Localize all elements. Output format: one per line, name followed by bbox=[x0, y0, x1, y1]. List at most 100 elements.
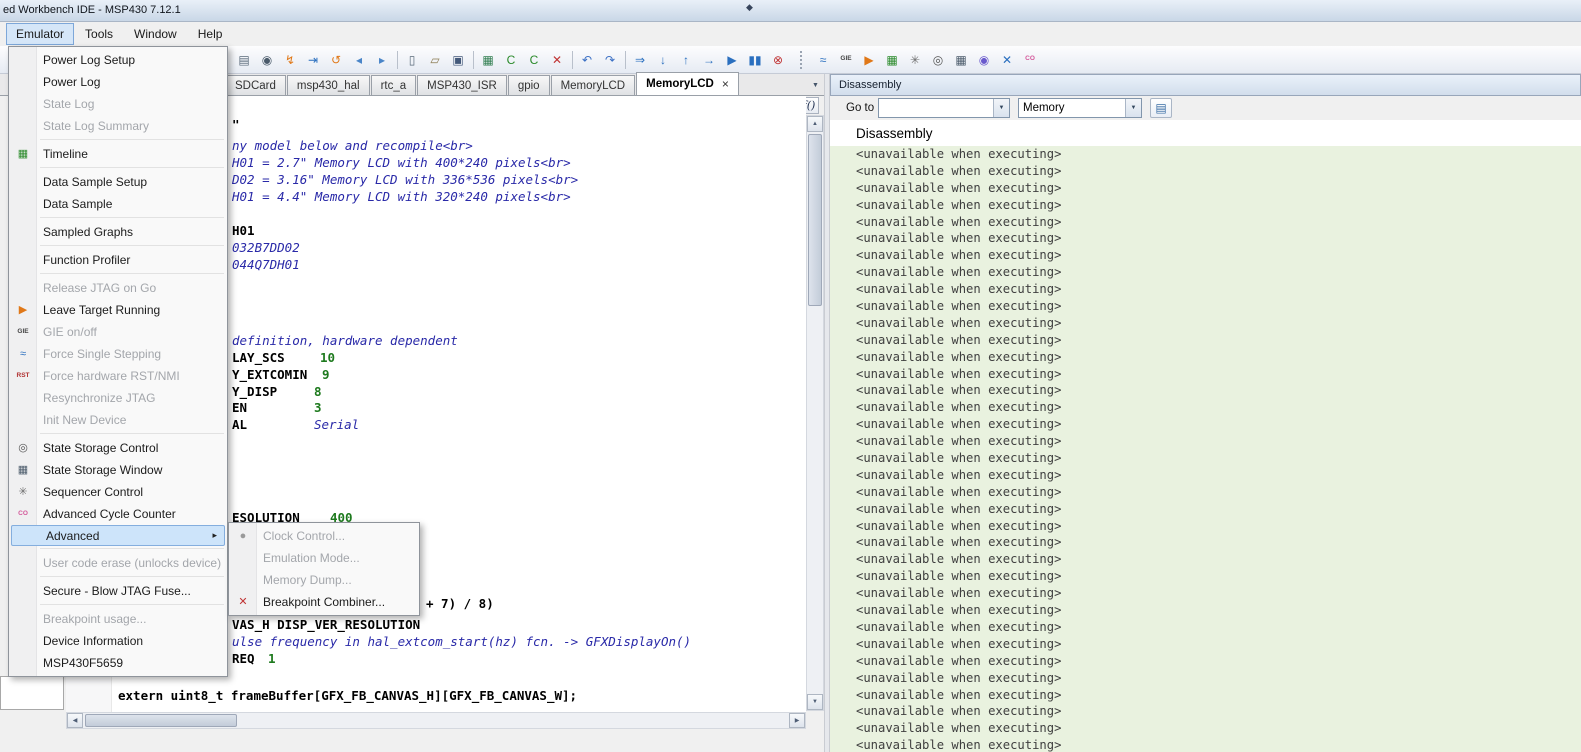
state-storage-control-toolbar-icon[interactable]: ◎ bbox=[927, 49, 949, 71]
step-into-icon[interactable]: ↓ bbox=[652, 49, 674, 71]
scroll-right-icon: ▶ bbox=[794, 718, 800, 724]
menu-item-advanced-cycle-counter[interactable]: CO Advanced Cycle Counter bbox=[9, 503, 227, 525]
menu-item-label: Force hardware RST/NMI bbox=[43, 369, 180, 383]
disassembly-row: <unavailable when executing> bbox=[856, 552, 1062, 567]
tab-label: MemoryLCD bbox=[646, 78, 714, 90]
scroll-up-button[interactable]: ▲ bbox=[807, 116, 823, 132]
stop-debug-icon[interactable]: ⊗ bbox=[767, 49, 789, 71]
advanced-submenu: ● Clock Control... Emulation Mode... Memory… bbox=[228, 522, 420, 616]
menu-item-power-log-setup[interactable]: Power Log Setup bbox=[9, 49, 227, 71]
leave-target-running-icon: ▶ bbox=[18, 303, 28, 316]
menu-item-breakpoint-combiner[interactable]: ✕ Breakpoint Combiner... bbox=[229, 591, 419, 613]
menubar: Emulator Tools Window Help bbox=[0, 22, 1581, 46]
menu-item-leave-target-running[interactable]: ▶ Leave Target Running bbox=[9, 299, 227, 321]
scroll-left-button[interactable]: ◀ bbox=[67, 713, 83, 728]
menu-item-label: Device Information bbox=[43, 634, 144, 648]
menu-item-gie-on-off: GIE GIE on/off bbox=[9, 321, 227, 343]
menu-item-sampled-graphs[interactable]: Sampled Graphs bbox=[9, 221, 227, 243]
leave-target-running-toolbar-icon[interactable]: ▶ bbox=[858, 49, 880, 71]
goto-combobox-arrow-icon[interactable]: ▼ bbox=[993, 99, 1009, 117]
view-mode-arrow-icon[interactable]: ▼ bbox=[1125, 99, 1141, 117]
cycle-counter-toolbar-icon[interactable]: ◉ bbox=[973, 49, 995, 71]
view-mode-combobox[interactable]: Memory ▼ bbox=[1018, 98, 1142, 118]
tab-label: rtc_a bbox=[380, 79, 407, 92]
menu-help[interactable]: Help bbox=[188, 23, 233, 45]
undo-icon[interactable]: ↶ bbox=[576, 49, 598, 71]
disassembly-row: <unavailable when executing> bbox=[856, 147, 1062, 161]
state-storage-window-toolbar-icon[interactable]: ▦ bbox=[950, 49, 972, 71]
tab-3-msp430-isr[interactable]: MSP430_ISR bbox=[417, 75, 507, 95]
menu-window[interactable]: Window bbox=[124, 23, 187, 45]
navigate-back-icon[interactable]: ◂ bbox=[348, 49, 370, 71]
find-icon[interactable]: ◉ bbox=[256, 49, 278, 71]
memory-window-button[interactable]: ▤ bbox=[1150, 98, 1172, 118]
disassembly-row: <unavailable when executing> bbox=[856, 619, 1062, 634]
scroll-left-icon: ◀ bbox=[72, 718, 78, 724]
redo-icon[interactable]: ↷ bbox=[599, 49, 621, 71]
editor-vertical-scrollbar[interactable]: ▲ ▼ bbox=[806, 115, 824, 711]
print-icon[interactable]: ▤ bbox=[233, 49, 255, 71]
next-statement-icon[interactable]: → bbox=[698, 49, 720, 71]
reset-icon[interactable]: ↺ bbox=[325, 49, 347, 71]
disassembly-row: <unavailable when executing> bbox=[856, 265, 1062, 280]
tab-close-icon[interactable]: × bbox=[722, 77, 729, 91]
open-document-icon[interactable]: ▱ bbox=[424, 49, 446, 71]
goto-label: Go to bbox=[846, 102, 875, 114]
sequencer-control-toolbar-icon[interactable]: ✳ bbox=[904, 49, 926, 71]
menu-item-state-storage-window[interactable]: ▦ State Storage Window bbox=[9, 459, 227, 481]
workspace-corner bbox=[0, 676, 64, 710]
menu-item-msp430f5659[interactable]: MSP430F5659 bbox=[9, 652, 227, 674]
menu-item-label: Power Log bbox=[43, 75, 101, 89]
menu-item-memory-dump: Memory Dump... bbox=[229, 569, 419, 591]
tab-0-sdcard[interactable]: SDCard bbox=[225, 75, 286, 95]
menu-item-sequencer-control[interactable]: ✳ Sequencer Control bbox=[9, 481, 227, 503]
menu-item-timeline[interactable]: ▦ Timeline bbox=[9, 143, 227, 165]
advanced-cycle-counter-toolbar-icon[interactable]: CO bbox=[1019, 49, 1041, 71]
menu-emulator[interactable]: Emulator bbox=[6, 23, 75, 45]
vertical-scrollbar-thumb[interactable] bbox=[808, 134, 822, 306]
menu-item-power-log[interactable]: Power Log bbox=[9, 71, 227, 93]
gie-toolbar-icon[interactable]: GIE bbox=[835, 49, 857, 71]
run-to-cursor-icon[interactable]: ⇥ bbox=[302, 49, 324, 71]
tab-4-gpio[interactable]: gpio bbox=[507, 75, 550, 95]
new-document-icon[interactable]: ▯ bbox=[401, 49, 423, 71]
tab-2-rtc-a[interactable]: rtc_a bbox=[370, 75, 417, 95]
compile-icon[interactable]: C bbox=[500, 49, 522, 71]
titlebar[interactable]: ed Workbench IDE - MSP430 7.12.1 ◆ bbox=[0, 0, 1581, 22]
make-icon[interactable]: ▦ bbox=[477, 49, 499, 71]
menu-item-advanced[interactable]: Advanced ▸ bbox=[11, 525, 225, 546]
step-over-icon[interactable]: ⇒ bbox=[629, 49, 651, 71]
horizontal-scrollbar-thumb[interactable] bbox=[85, 714, 237, 727]
breakpoint-combiner-toolbar-icon[interactable]: ✕ bbox=[996, 49, 1018, 71]
pause-icon[interactable]: ▮▮ bbox=[744, 49, 766, 71]
tab-5-memorylcd[interactable]: MemoryLCD bbox=[550, 75, 636, 95]
toolbar: ▤ ◉ ↯ ⇥ ↺ ◂ ▸ ▯ ▱ ▣ ▦ C C ✕ ↶ ↷ ⇒ ↓ ↑ → ▶ ▮▮ ⊗ ≈ GIE ▶ ▦ ✳ ◎ ▦ ◉ ✕ CO bbox=[0, 46, 1581, 74]
force-single-step-icon[interactable]: ≈ bbox=[812, 49, 834, 71]
rebuild-all-icon[interactable]: C bbox=[523, 49, 545, 71]
step-out-icon[interactable]: ↑ bbox=[675, 49, 697, 71]
tab-label: SDCard bbox=[235, 79, 276, 92]
scroll-right-button[interactable]: ▶ bbox=[789, 713, 805, 728]
menu-item-data-sample[interactable]: Data Sample bbox=[9, 193, 227, 215]
run-icon[interactable]: ▶ bbox=[721, 49, 743, 71]
menu-item-state-storage-control[interactable]: ◎ State Storage Control bbox=[9, 437, 227, 459]
toggle-breakpoint-icon[interactable]: ↯ bbox=[279, 49, 301, 71]
menu-item-secure-blow-jtag-fuse[interactable]: Secure - Blow JTAG Fuse... bbox=[9, 580, 227, 602]
scroll-down-button[interactable]: ▼ bbox=[807, 694, 823, 710]
save-icon[interactable]: ▣ bbox=[447, 49, 469, 71]
tab-overflow-button[interactable]: ▼ bbox=[808, 78, 823, 92]
menu-item-function-profiler[interactable]: Function Profiler bbox=[9, 249, 227, 271]
find-icon-glyph: ◉ bbox=[261, 52, 273, 67]
tab-6-memorylcd[interactable]: MemoryLCD × bbox=[636, 72, 739, 95]
navigate-forward-icon[interactable]: ▸ bbox=[371, 49, 393, 71]
menu-tools[interactable]: Tools bbox=[75, 23, 123, 45]
menu-item-device-information[interactable]: Device Information bbox=[9, 630, 227, 652]
stop-build-icon[interactable]: ✕ bbox=[546, 49, 568, 71]
next-statement-icon-glyph: → bbox=[703, 52, 715, 67]
tab-1-msp430-hal[interactable]: msp430_hal bbox=[286, 75, 370, 95]
disassembly-panel-titlebar[interactable]: Disassembly bbox=[830, 74, 1581, 96]
editor-horizontal-scrollbar[interactable]: ◀ ▶ bbox=[66, 712, 806, 729]
goto-combobox[interactable]: ▼ bbox=[878, 98, 1010, 118]
menu-item-data-sample-setup[interactable]: Data Sample Setup bbox=[9, 171, 227, 193]
timeline-toolbar-icon[interactable]: ▦ bbox=[881, 49, 903, 71]
